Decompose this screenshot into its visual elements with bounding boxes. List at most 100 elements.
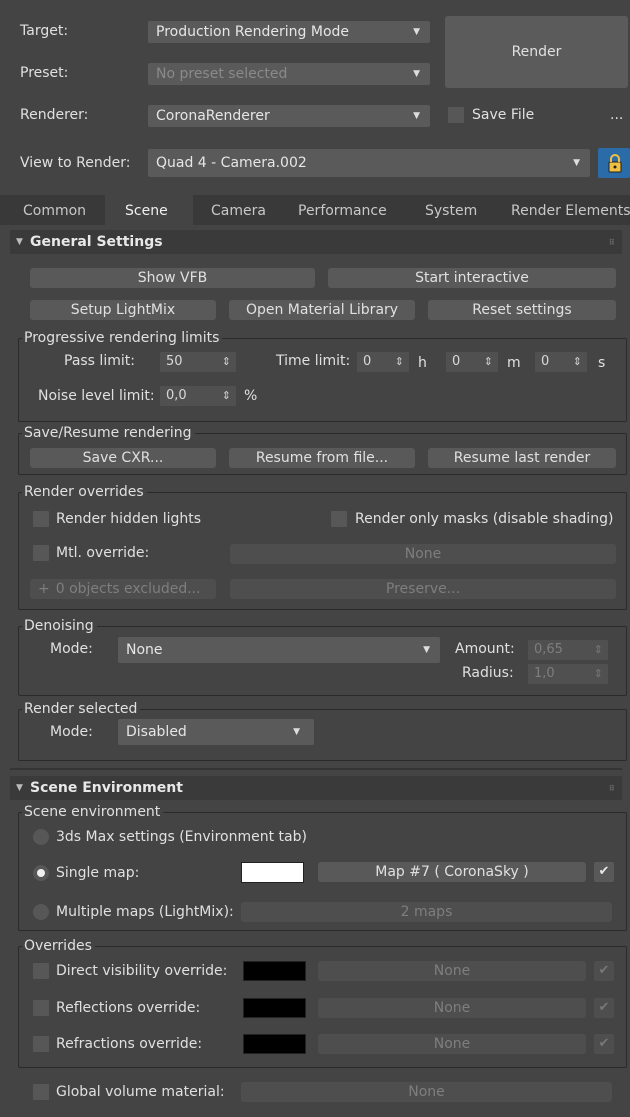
pass-limit-spinner[interactable]: 50 ⇕ [160, 352, 236, 372]
setup-lightmix-button[interactable]: Setup LightMix [30, 300, 216, 320]
lock-view-button[interactable] [598, 148, 630, 178]
multiple-maps-label: Multiple maps (LightMix): [56, 904, 234, 920]
spinner-arrows-icon: ⇕ [483, 355, 493, 368]
check-icon: ✔ [598, 1036, 610, 1051]
objects-excluded-button[interactable]: +0 objects excluded... [30, 579, 216, 599]
amount-spinner[interactable]: 0,65 ⇕ [528, 640, 608, 660]
general-settings-header[interactable]: ▼ General Settings ⠿ [10, 230, 622, 254]
environment-overrides-title: Overrides [22, 938, 95, 954]
global-volume-button[interactable]: None [241, 1082, 612, 1102]
multiple-maps-button[interactable]: 2 maps [241, 902, 612, 922]
noise-limit-label: Noise level limit: [38, 388, 155, 404]
single-map-label: Single map: [56, 865, 140, 881]
chevron-down-icon: ▼ [293, 727, 300, 737]
chevron-down-icon: ▼ [413, 111, 420, 121]
time-minutes-spinner[interactable]: 0 ⇕ [446, 352, 498, 372]
spinner-arrows-icon: ⇕ [221, 389, 231, 402]
scene-environment-group-title: Scene environment [22, 804, 164, 820]
noise-unit: % [244, 388, 258, 404]
reflections-map-button[interactable]: None [318, 998, 586, 1018]
direct-visibility-color-swatch[interactable] [243, 961, 306, 981]
mtl-override-button[interactable]: None [230, 544, 616, 564]
renderer-label: Renderer: [20, 107, 89, 123]
progressive-limits-title: Progressive rendering limits [22, 330, 223, 346]
global-volume-checkbox[interactable] [33, 1084, 49, 1100]
minutes-unit: m [507, 355, 521, 371]
resume-last-render-button[interactable]: Resume last render [428, 448, 616, 468]
render-hidden-lights-checkbox[interactable] [33, 511, 49, 527]
global-volume-label: Global volume material: [56, 1084, 225, 1100]
refractions-enabled-checkbox[interactable]: ✔ [594, 1034, 614, 1054]
view-to-render-label: View to Render: [20, 155, 131, 171]
view-to-render-dropdown[interactable]: Quad 4 - Camera.002 ▼ [148, 149, 590, 177]
reflections-checkbox[interactable] [33, 1000, 49, 1016]
target-dropdown[interactable]: Production Rendering Mode ▼ [148, 21, 430, 43]
time-hours-spinner[interactable]: 0 ⇕ [357, 352, 409, 372]
direct-visibility-label: Direct visibility override: [56, 963, 228, 979]
direct-visibility-enabled-checkbox[interactable]: ✔ [594, 961, 614, 981]
render-selected-title: Render selected [22, 701, 141, 717]
direct-visibility-map-button[interactable]: None [318, 961, 586, 981]
preset-label: Preset: [20, 65, 69, 81]
seconds-unit: s [598, 355, 606, 371]
single-map-button[interactable]: Map #7 ( CoronaSky ) [318, 862, 586, 882]
render-only-masks-checkbox[interactable] [331, 511, 347, 527]
single-map-enabled-checkbox[interactable]: ✔ [594, 862, 614, 882]
refractions-label: Refractions override: [56, 1036, 203, 1052]
grip-icon: ⠿ [608, 238, 615, 247]
save-file-checkbox[interactable] [448, 107, 464, 123]
render-only-masks-label: Render only masks (disable shading) [355, 511, 614, 527]
reset-settings-button[interactable]: Reset settings [428, 300, 616, 320]
open-material-library-button[interactable]: Open Material Library [229, 300, 415, 320]
spinner-arrows-icon: ⇕ [593, 643, 603, 656]
check-icon: ✔ [598, 1000, 610, 1015]
mtl-override-checkbox[interactable] [33, 545, 49, 561]
refractions-color-swatch[interactable] [243, 1034, 306, 1054]
tab-scene[interactable]: Scene [125, 203, 168, 219]
single-map-color-swatch[interactable] [241, 862, 304, 883]
render-overrides-title: Render overrides [22, 484, 147, 500]
show-vfb-button[interactable]: Show VFB [30, 268, 315, 288]
tab-common[interactable]: Common [23, 203, 86, 219]
target-label: Target: [20, 23, 69, 39]
noise-limit-spinner[interactable]: 0,0 ⇕ [160, 386, 236, 406]
render-selected-mode-label: Mode: [50, 724, 93, 740]
start-interactive-button[interactable]: Start interactive [328, 268, 616, 288]
single-map-radio[interactable] [33, 865, 49, 881]
save-file-browse-button[interactable]: ... [610, 107, 623, 123]
chevron-down-icon: ▼ [423, 645, 430, 655]
preset-dropdown[interactable]: No preset selected ▼ [148, 63, 430, 85]
reflections-color-swatch[interactable] [243, 998, 306, 1018]
time-limit-label: Time limit: [276, 353, 351, 369]
resume-from-file-button[interactable]: Resume from file... [229, 448, 415, 468]
tab-system[interactable]: System [425, 203, 477, 219]
progressive-limits-group [18, 338, 627, 422]
render-selected-mode-dropdown[interactable]: Disabled ▼ [118, 719, 314, 745]
multiple-maps-radio[interactable] [33, 904, 49, 920]
refractions-map-button[interactable]: None [318, 1034, 586, 1054]
plus-icon: + [38, 581, 50, 597]
radius-spinner[interactable]: 1,0 ⇕ [528, 664, 608, 684]
save-cxr-button[interactable]: Save CXR... [30, 448, 216, 468]
max-settings-radio[interactable] [33, 829, 49, 845]
scene-environment-header[interactable]: ▼ Scene Environment ⠿ [10, 776, 622, 800]
denoising-mode-label: Mode: [50, 641, 93, 657]
preserve-button[interactable]: Preserve... [230, 579, 616, 599]
renderer-dropdown[interactable]: CoronaRenderer ▼ [148, 105, 430, 127]
amount-label: Amount: [455, 641, 515, 657]
render-button[interactable]: Render [445, 16, 628, 88]
tab-render-elements[interactable]: Render Elements [511, 203, 630, 219]
direct-visibility-checkbox[interactable] [33, 963, 49, 979]
tab-performance[interactable]: Performance [298, 203, 387, 219]
tab-camera[interactable]: Camera [211, 203, 266, 219]
spinner-arrows-icon: ⇕ [394, 355, 404, 368]
denoising-title: Denoising [22, 618, 97, 634]
chevron-down-icon: ▼ [573, 158, 580, 168]
time-seconds-spinner[interactable]: 0 ⇕ [535, 352, 587, 372]
max-settings-label: 3ds Max settings (Environment tab) [56, 829, 307, 845]
reflections-enabled-checkbox[interactable]: ✔ [594, 998, 614, 1018]
denoising-mode-dropdown[interactable]: None ▼ [118, 637, 440, 663]
refractions-checkbox[interactable] [33, 1036, 49, 1052]
save-file-label: Save File [472, 107, 535, 123]
reflections-label: Reflections override: [56, 1000, 201, 1016]
